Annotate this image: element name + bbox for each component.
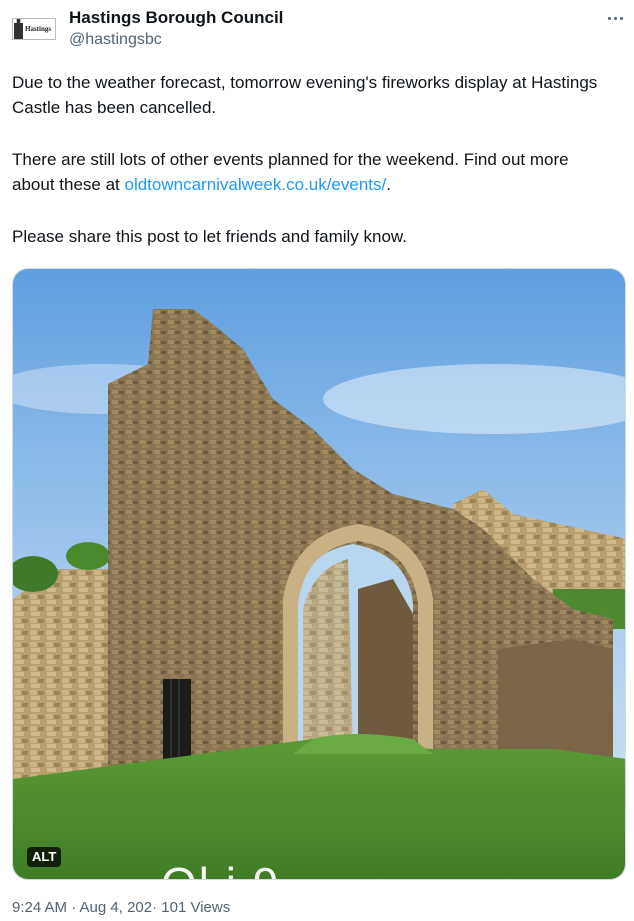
castle-logo-icon	[14, 19, 23, 39]
castle-ruins-photo	[13, 269, 625, 879]
avatar-logo-text: Hastings	[25, 24, 52, 33]
post-header: Hastings Hastings Borough Council @hasti…	[0, 0, 634, 60]
alt-text-button[interactable]: ALT	[27, 847, 62, 867]
more-dot-icon	[607, 16, 611, 20]
author-handle[interactable]: @hastingsbc	[69, 31, 162, 49]
more-options-button[interactable]	[600, 6, 630, 30]
post-paragraph-2-end: .	[386, 175, 391, 194]
author-display-name[interactable]: Hastings Borough Council	[69, 8, 283, 28]
more-dot-icon	[619, 16, 623, 20]
post-text: Due to the weather forecast, tomorrow ev…	[12, 70, 612, 276]
events-link[interactable]: oldtowncarnivalweek.co.uk/events/	[124, 175, 386, 194]
video-caption-watermark: Ol i 9	[161, 857, 280, 879]
more-dot-icon	[613, 16, 617, 20]
post-timestamp-views[interactable]: 9:24 AM · Aug 4, 202· 101 Views	[12, 899, 230, 916]
post-image[interactable]: ALT Ol i 9	[12, 268, 626, 880]
post-paragraph-1: Due to the weather forecast, tomorrow ev…	[12, 73, 598, 117]
post-paragraph-3: Please share this post to let friends an…	[12, 227, 407, 246]
post-paragraph-2: There are still lots of other events pla…	[12, 147, 612, 197]
avatar[interactable]: Hastings	[12, 18, 56, 40]
